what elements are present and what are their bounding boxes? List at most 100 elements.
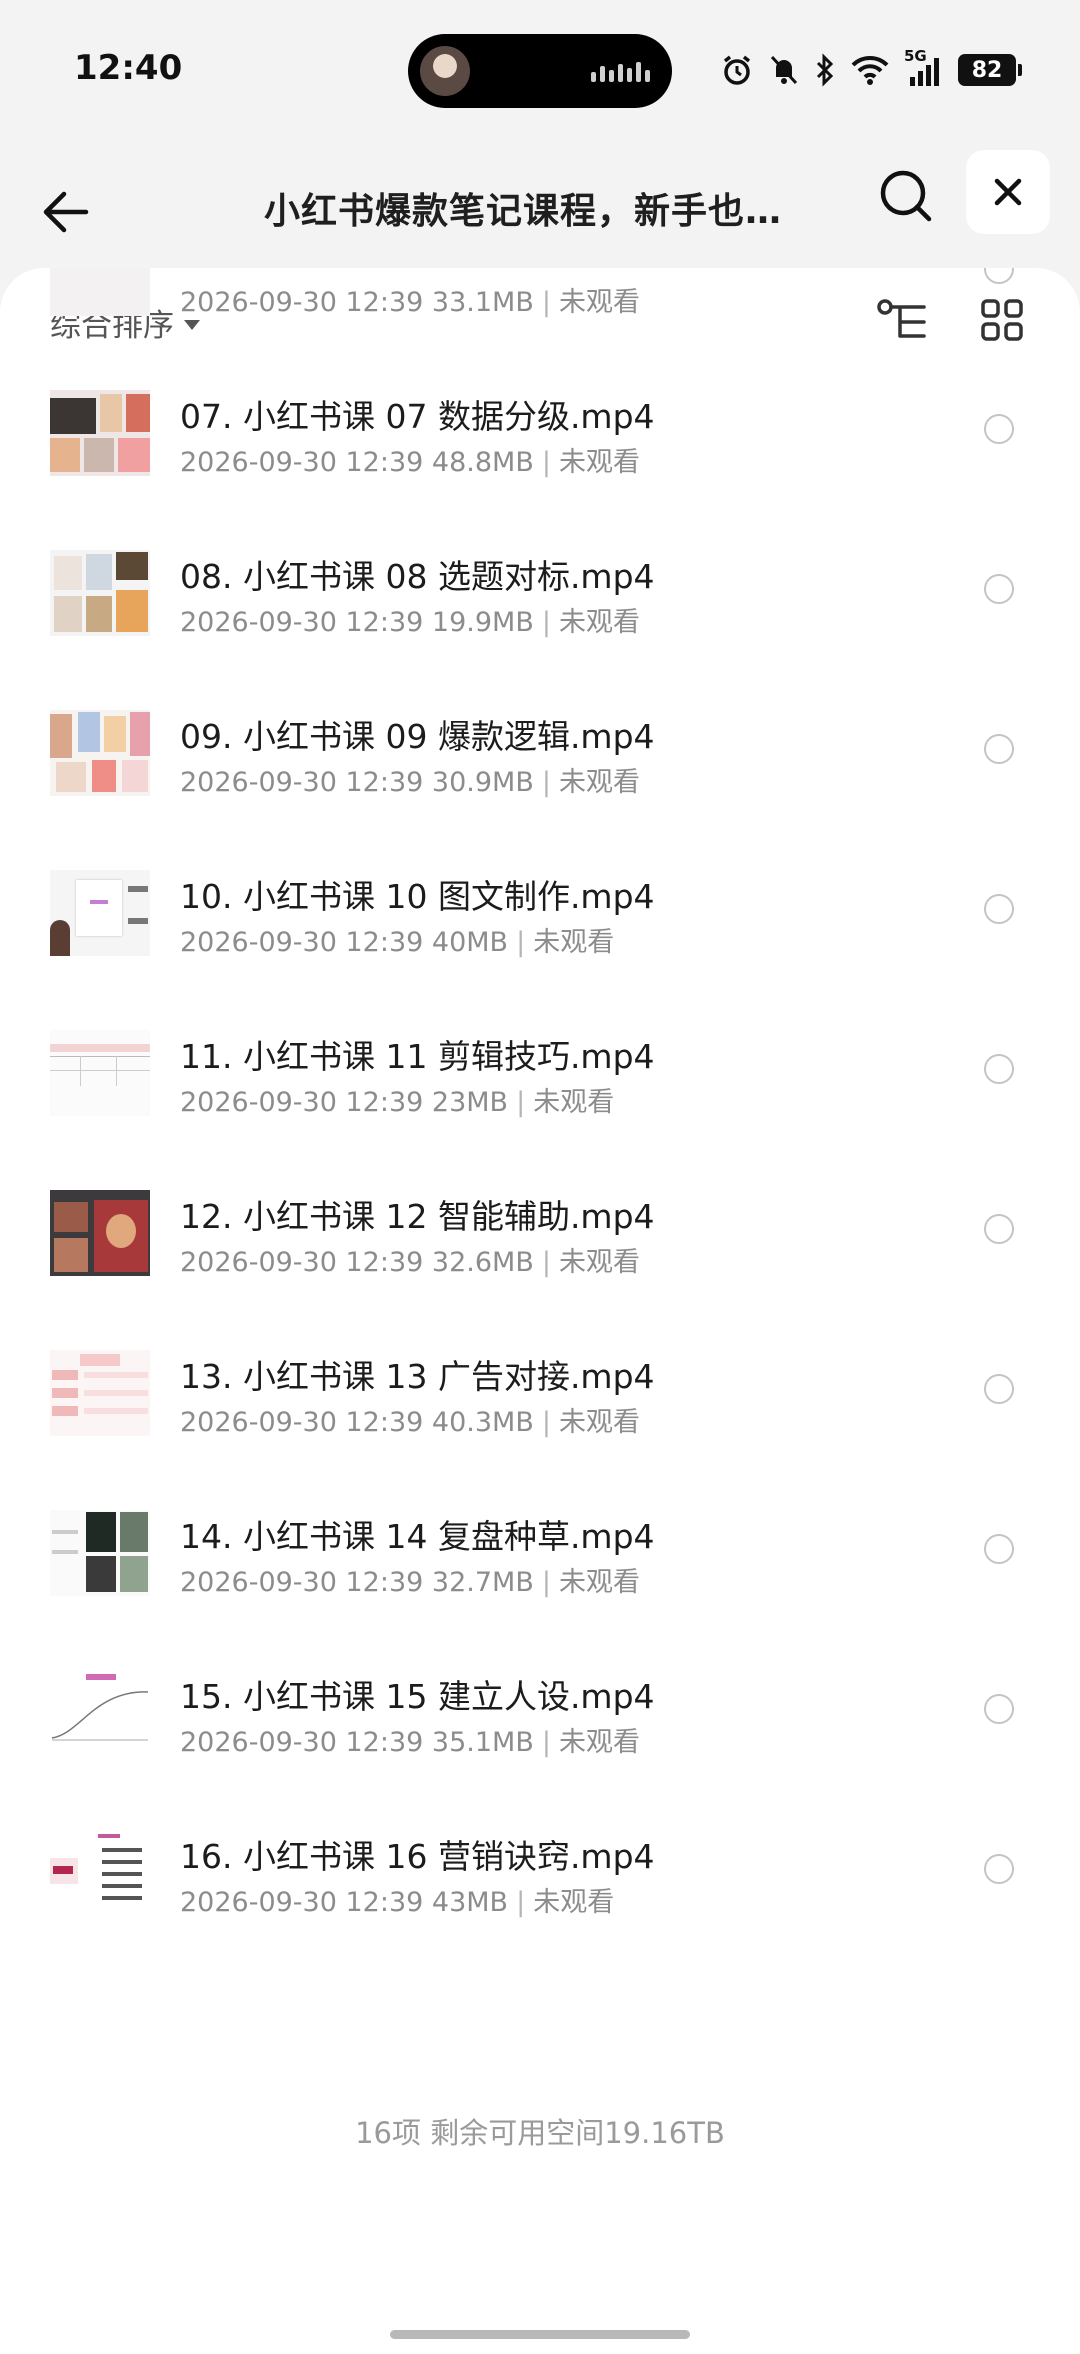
file-date: 2026-09-30 12:39 <box>180 1087 424 1118</box>
close-icon <box>994 178 1022 206</box>
file-date: 2026-09-30 12:39 <box>180 1567 424 1598</box>
file-size: 43MB <box>431 1887 509 1918</box>
file-size: 35.1MB <box>431 1727 534 1758</box>
video-thumbnail <box>50 1510 150 1596</box>
file-size: 40MB <box>431 927 509 958</box>
separator: | <box>541 607 551 638</box>
file-row[interactable]: 09. 小红书课 09 爆款逻辑.mp4 2026-09-30 12:39 30… <box>0 668 1080 828</box>
file-date: 2026-09-30 12:39 <box>180 1727 424 1758</box>
select-radio[interactable] <box>984 1854 1014 1884</box>
file-meta: 2026-09-30 12:39 32.6MB | 未观看 <box>180 1240 640 1279</box>
file-size: 33.1MB <box>431 287 534 318</box>
file-size: 32.6MB <box>431 1247 534 1278</box>
select-radio[interactable] <box>984 894 1014 924</box>
file-list-panel: 综合排序 2026-09-30 12:39 33.1MB | 未观看 07. 小… <box>0 268 1080 2354</box>
watch-status: 未观看 <box>558 1247 640 1278</box>
file-size: 32.7MB <box>431 1567 534 1598</box>
bluetooth-icon <box>816 53 834 87</box>
file-name: 15. 小红书课 15 建立人设.mp4 <box>180 1677 655 1716</box>
file-meta: 2026-09-30 12:39 32.7MB | 未观看 <box>180 1560 640 1599</box>
file-meta: 2026-09-30 12:39 40.3MB | 未观看 <box>180 1400 640 1439</box>
file-name: 08. 小红书课 08 选题对标.mp4 <box>180 557 655 596</box>
file-size: 30.9MB <box>431 767 534 798</box>
video-thumbnail <box>50 1350 150 1436</box>
file-meta: 2026-09-30 12:39 48.8MB | 未观看 <box>180 440 640 479</box>
file-row[interactable]: 13. 小红书课 13 广告对接.mp4 2026-09-30 12:39 40… <box>0 1308 1080 1468</box>
file-meta: 2026-09-30 12:39 33.1MB | 未观看 <box>180 280 640 319</box>
file-size: 48.8MB <box>431 447 534 478</box>
watch-status: 未观看 <box>558 1727 640 1758</box>
mute-bell-icon <box>770 55 798 85</box>
home-indicator[interactable] <box>390 2330 690 2339</box>
file-date: 2026-09-30 12:39 <box>180 447 424 478</box>
separator: | <box>541 287 551 318</box>
file-meta: 2026-09-30 12:39 43MB | 未观看 <box>180 1880 614 1919</box>
file-size: 40.3MB <box>431 1407 534 1438</box>
file-name: 14. 小红书课 14 复盘种草.mp4 <box>180 1517 655 1556</box>
select-radio[interactable] <box>984 268 1014 284</box>
back-arrow-icon <box>43 191 89 233</box>
watch-status: 未观看 <box>558 767 640 798</box>
close-button[interactable] <box>966 150 1050 234</box>
file-date: 2026-09-30 12:39 <box>180 767 424 798</box>
separator: | <box>516 927 526 958</box>
file-row[interactable]: 10. 小红书课 10 图文制作.mp4 2026-09-30 12:39 40… <box>0 828 1080 988</box>
file-row[interactable]: 08. 小红书课 08 选题对标.mp4 2026-09-30 12:39 19… <box>0 508 1080 668</box>
file-name: 10. 小红书课 10 图文制作.mp4 <box>180 877 655 916</box>
watch-status: 未观看 <box>533 927 615 958</box>
file-date: 2026-09-30 12:39 <box>180 287 424 318</box>
file-name: 09. 小红书课 09 爆款逻辑.mp4 <box>180 717 655 756</box>
video-thumbnail <box>50 550 150 636</box>
video-thumbnail <box>50 1670 150 1756</box>
separator: | <box>541 447 551 478</box>
search-button[interactable] <box>876 166 936 226</box>
alarm-icon <box>723 55 751 85</box>
select-radio[interactable] <box>984 414 1014 444</box>
select-radio[interactable] <box>984 574 1014 604</box>
separator: | <box>516 1887 526 1918</box>
select-radio[interactable] <box>984 1214 1014 1244</box>
file-meta: 2026-09-30 12:39 19.9MB | 未观看 <box>180 600 640 639</box>
file-name: 16. 小红书课 16 营销诀窍.mp4 <box>180 1837 655 1876</box>
file-name: 12. 小红书课 12 智能辅助.mp4 <box>180 1197 655 1236</box>
file-date: 2026-09-30 12:39 <box>180 927 424 958</box>
separator: | <box>541 1567 551 1598</box>
file-row[interactable]: 2026-09-30 12:39 33.1MB | 未观看 <box>0 268 1080 348</box>
file-row[interactable]: 16. 小红书课 16 营销诀窍.mp4 2026-09-30 12:39 43… <box>0 1788 1080 1948</box>
separator: | <box>516 1087 526 1118</box>
video-thumbnail <box>50 1030 150 1116</box>
storage-summary: 16项 剩余可用空间19.16TB <box>355 2116 725 2150</box>
search-icon <box>880 170 932 222</box>
file-date: 2026-09-30 12:39 <box>180 1407 424 1438</box>
file-row[interactable]: 14. 小红书课 14 复盘种草.mp4 2026-09-30 12:39 32… <box>0 1468 1080 1628</box>
back-button[interactable] <box>36 182 100 242</box>
file-name: 13. 小红书课 13 广告对接.mp4 <box>180 1357 655 1396</box>
file-meta: 2026-09-30 12:39 30.9MB | 未观看 <box>180 760 640 799</box>
select-radio[interactable] <box>984 1374 1014 1404</box>
file-meta: 2026-09-30 12:39 35.1MB | 未观看 <box>180 1720 640 1759</box>
battery-indicator: 82 <box>958 54 1022 86</box>
file-row[interactable]: 11. 小红书课 11 剪辑技巧.mp4 2026-09-30 12:39 23… <box>0 988 1080 1148</box>
watch-status: 未观看 <box>533 1087 615 1118</box>
header: 小红书爆款笔记课程，新手也… <box>0 140 1080 270</box>
video-thumbnail <box>50 1830 150 1916</box>
video-thumbnail <box>50 710 150 796</box>
audio-wave-icon <box>591 62 650 82</box>
select-radio[interactable] <box>984 1534 1014 1564</box>
select-radio[interactable] <box>984 734 1014 764</box>
file-meta: 2026-09-30 12:39 40MB | 未观看 <box>180 920 614 959</box>
file-meta: 2026-09-30 12:39 23MB | 未观看 <box>180 1080 614 1119</box>
file-row[interactable]: 15. 小红书课 15 建立人设.mp4 2026-09-30 12:39 35… <box>0 1628 1080 1788</box>
file-name: 07. 小红书课 07 数据分级.mp4 <box>180 397 655 436</box>
video-thumbnail <box>50 268 150 316</box>
file-row[interactable]: 07. 小红书课 07 数据分级.mp4 2026-09-30 12:39 48… <box>0 348 1080 508</box>
status-time: 12:40 <box>74 48 183 88</box>
video-thumbnail <box>50 1190 150 1276</box>
watch-status: 未观看 <box>558 607 640 638</box>
select-radio[interactable] <box>984 1694 1014 1724</box>
wifi-icon <box>851 55 889 85</box>
page-title: 小红书爆款笔记课程，新手也… <box>264 191 783 232</box>
file-row[interactable]: 12. 小红书课 12 智能辅助.mp4 2026-09-30 12:39 32… <box>0 1148 1080 1308</box>
dynamic-island[interactable] <box>408 34 672 108</box>
select-radio[interactable] <box>984 1054 1014 1084</box>
